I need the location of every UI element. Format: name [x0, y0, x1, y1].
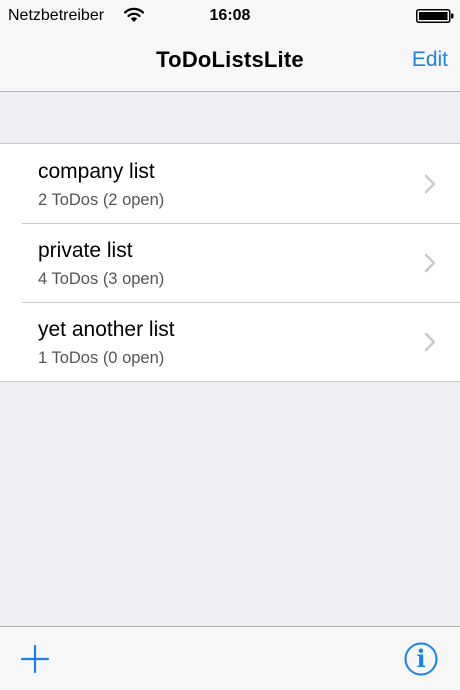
plus-icon[interactable]: [20, 644, 50, 674]
chevron-right-icon: [424, 332, 436, 352]
list-item-title: private list: [38, 239, 133, 262]
nav-title: ToDoListsLite: [156, 47, 304, 72]
info-icon-letter: i: [416, 644, 426, 673]
bottom-toolbar: i: [0, 626, 460, 690]
list-item-title: yet another list: [38, 318, 175, 341]
edit-button[interactable]: Edit: [412, 47, 448, 73]
list-item-subtitle: 2 ToDos (2 open): [38, 191, 165, 209]
info-button[interactable]: i: [404, 642, 438, 676]
chevron-right-icon: [424, 174, 436, 194]
list-item[interactable]: private list 4 ToDos (3 open): [0, 223, 460, 302]
app-screen: Netzbetreiber 16:08 ToDoListsLite Edit c…: [0, 0, 460, 690]
todo-lists-table: company list 2 ToDos (2 open) private li…: [0, 143, 460, 382]
list-item-subtitle: 1 ToDos (0 open): [38, 349, 165, 367]
list-item[interactable]: yet another list 1 ToDos (0 open): [0, 302, 460, 381]
status-time: 16:08: [209, 7, 251, 24]
list-item-title: company list: [38, 160, 155, 183]
status-bar: Netzbetreiber 16:08: [0, 0, 460, 32]
battery-icon: [416, 9, 454, 23]
top-bar: Netzbetreiber 16:08 ToDoListsLite Edit: [0, 0, 460, 92]
list-item[interactable]: company list 2 ToDos (2 open): [0, 144, 460, 223]
list-item-subtitle: 4 ToDos (3 open): [38, 270, 165, 288]
chevron-right-icon: [424, 253, 436, 273]
